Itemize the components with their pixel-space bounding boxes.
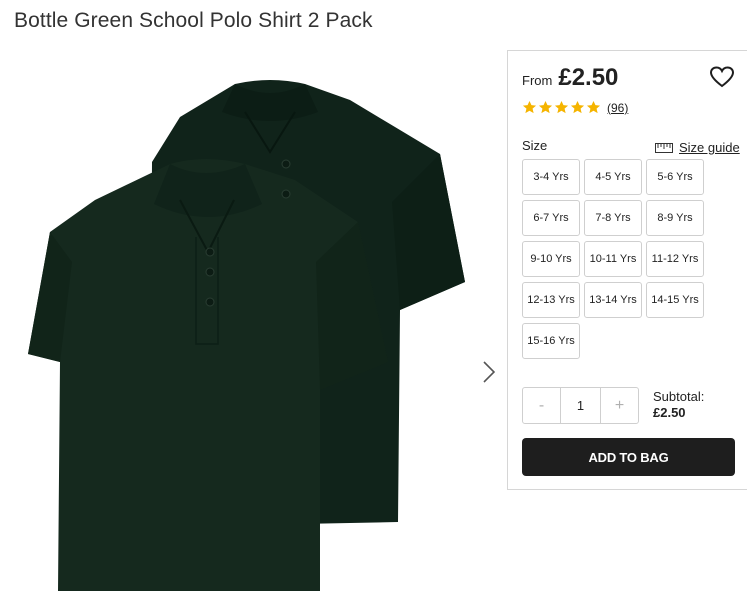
product-image[interactable] <box>20 72 480 591</box>
rating: (96) <box>522 100 628 115</box>
ruler-icon <box>655 142 673 153</box>
quantity-stepper: - + <box>522 387 639 424</box>
size-option[interactable]: 15-16 Yrs <box>522 323 580 359</box>
chevron-right-icon <box>483 361 495 383</box>
size-option[interactable]: 9-10 Yrs <box>522 241 580 277</box>
star-icon <box>586 100 601 114</box>
size-option[interactable]: 3-4 Yrs <box>522 159 580 195</box>
quantity-input[interactable] <box>560 388 601 423</box>
size-option[interactable]: 12-13 Yrs <box>522 282 580 318</box>
size-option[interactable]: 7-8 Yrs <box>584 200 642 236</box>
star-icon <box>522 100 537 114</box>
size-option[interactable]: 14-15 Yrs <box>646 282 704 318</box>
price-value: £2.50 <box>558 64 619 91</box>
polo-shirts-illustration <box>28 80 465 591</box>
star-icon <box>538 100 553 114</box>
subtotal-label: Subtotal: <box>653 389 705 404</box>
size-option[interactable]: 6-7 Yrs <box>522 200 580 236</box>
size-option[interactable]: 13-14 Yrs <box>584 282 642 318</box>
star-icon <box>554 100 569 114</box>
price-prefix: From <box>522 73 553 88</box>
star-rating <box>522 100 601 115</box>
size-guide-link[interactable]: Size guide <box>655 140 740 155</box>
subtotal: Subtotal: £2.50 <box>653 389 704 421</box>
increase-quantity-button[interactable]: + <box>601 388 638 423</box>
size-option[interactable]: 10-11 Yrs <box>584 241 642 277</box>
next-image-button[interactable] <box>478 358 500 386</box>
size-options: 3-4 Yrs 4-5 Yrs 5-6 Yrs 6-7 Yrs 7-8 Yrs 8-9 Y… <box>522 159 708 359</box>
price: From £2.50 <box>522 64 618 92</box>
heart-icon <box>709 66 735 88</box>
size-option[interactable]: 11-12 Yrs <box>646 241 704 277</box>
size-option[interactable]: 8-9 Yrs <box>646 200 704 236</box>
decrease-quantity-button[interactable]: - <box>523 388 560 423</box>
star-icon <box>570 100 585 114</box>
purchase-panel: From £2.50 (96) Size Size guide 3-4 Yrs 4… <box>507 50 747 490</box>
product-title: Bottle Green School Polo Shirt 2 Pack <box>14 9 373 32</box>
size-option[interactable]: 5-6 Yrs <box>646 159 704 195</box>
wishlist-button[interactable] <box>709 65 735 89</box>
subtotal-value: £2.50 <box>653 405 686 420</box>
review-count-link[interactable]: (96) <box>607 101 628 115</box>
add-to-bag-button[interactable]: ADD TO BAG <box>522 438 735 476</box>
size-guide-label: Size guide <box>679 140 740 155</box>
size-label: Size <box>522 138 548 153</box>
size-option[interactable]: 4-5 Yrs <box>584 159 642 195</box>
